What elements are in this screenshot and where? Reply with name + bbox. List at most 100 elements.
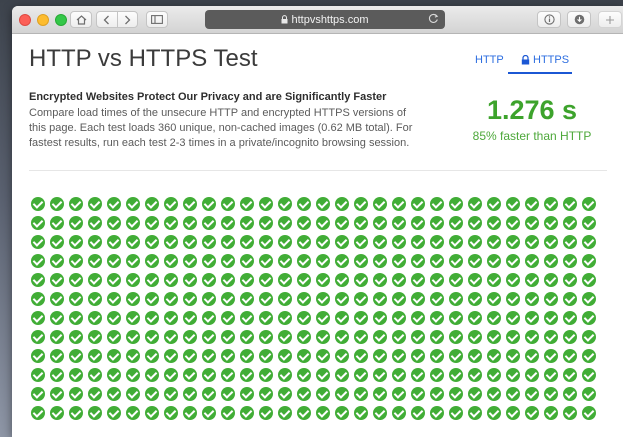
zoom-window-button[interactable] [55, 14, 67, 26]
image-status-cell [370, 365, 389, 384]
check-circle-icon [410, 348, 425, 363]
image-status-cell [370, 327, 389, 346]
image-status-cell [313, 346, 332, 365]
home-button[interactable] [70, 11, 92, 28]
check-circle-icon [144, 310, 159, 325]
image-status-cell [142, 365, 161, 384]
image-status-cell [579, 289, 598, 308]
forward-button[interactable] [116, 12, 138, 27]
image-status-cell [370, 232, 389, 251]
image-status-cell [541, 194, 560, 213]
sidebar-toggle-button[interactable] [146, 11, 168, 28]
image-status-cell [370, 308, 389, 327]
image-status-cell [541, 308, 560, 327]
image-status-cell [560, 194, 579, 213]
image-status-cell [332, 384, 351, 403]
check-circle-icon [524, 405, 539, 420]
image-status-cell [579, 232, 598, 251]
image-status-cell [123, 194, 142, 213]
image-status-cell [180, 384, 199, 403]
image-status-cell [351, 213, 370, 232]
image-status-cell [465, 251, 484, 270]
tab-https[interactable]: HTTPS [521, 54, 569, 66]
check-circle-icon [486, 234, 501, 249]
check-circle-icon [372, 234, 387, 249]
image-status-cell [465, 232, 484, 251]
image-status-cell [408, 270, 427, 289]
check-circle-icon [543, 234, 558, 249]
image-status-cell [28, 213, 47, 232]
check-circle-icon [410, 234, 425, 249]
image-status-cell [579, 403, 598, 422]
check-circle-icon [429, 348, 444, 363]
check-circle-icon [562, 329, 577, 344]
back-button[interactable] [97, 12, 117, 27]
check-circle-icon [182, 291, 197, 306]
check-circle-icon [505, 272, 520, 287]
check-circle-icon [277, 367, 292, 382]
check-circle-icon [201, 348, 216, 363]
image-status-cell [28, 403, 47, 422]
check-circle-icon [353, 253, 368, 268]
image-status-cell [541, 289, 560, 308]
image-status-cell [465, 213, 484, 232]
check-circle-icon [68, 234, 83, 249]
check-circle-icon [448, 215, 463, 230]
check-circle-icon [524, 234, 539, 249]
check-circle-icon [296, 310, 311, 325]
image-status-cell [351, 232, 370, 251]
check-circle-icon [106, 348, 121, 363]
image-status-cell [218, 346, 237, 365]
image-status-cell [332, 365, 351, 384]
image-status-cell [104, 232, 123, 251]
image-status-cell [351, 194, 370, 213]
check-circle-icon [144, 253, 159, 268]
check-circle-icon [391, 405, 406, 420]
image-status-cell [332, 403, 351, 422]
check-circle-icon [524, 386, 539, 401]
check-circle-icon [505, 348, 520, 363]
chevron-right-icon [124, 15, 131, 24]
check-circle-icon [543, 196, 558, 211]
check-circle-icon [144, 272, 159, 287]
check-circle-icon [391, 348, 406, 363]
check-circle-icon [581, 234, 596, 249]
new-tab-button[interactable] [598, 11, 622, 28]
extension-button[interactable] [537, 11, 561, 28]
check-circle-icon [68, 348, 83, 363]
check-circle-icon [353, 329, 368, 344]
check-circle-icon [144, 405, 159, 420]
image-status-cell [85, 365, 104, 384]
address-bar[interactable]: httpvshttps.com [205, 10, 445, 29]
minimize-window-button[interactable] [37, 14, 49, 26]
check-circle-icon [486, 196, 501, 211]
reload-icon[interactable] [428, 13, 439, 24]
check-circle-icon [163, 386, 178, 401]
image-status-cell [389, 194, 408, 213]
image-status-cell [446, 403, 465, 422]
check-circle-icon [562, 196, 577, 211]
image-status-cell [522, 213, 541, 232]
image-status-cell [199, 308, 218, 327]
image-status-cell [85, 308, 104, 327]
check-circle-icon [467, 329, 482, 344]
tab-http[interactable]: HTTP [475, 54, 504, 66]
close-window-button[interactable] [19, 14, 31, 26]
check-circle-icon [125, 386, 140, 401]
check-circle-icon [296, 329, 311, 344]
check-circle-icon [353, 272, 368, 287]
image-status-cell [199, 270, 218, 289]
check-circle-icon [505, 215, 520, 230]
check-circle-icon [87, 329, 102, 344]
image-status-cell [66, 365, 85, 384]
download-button[interactable] [567, 11, 591, 28]
check-circle-icon [410, 196, 425, 211]
test-result: 1.276 s 85% faster than HTTP [452, 94, 612, 143]
image-status-cell [465, 327, 484, 346]
check-circle-icon [277, 253, 292, 268]
subheading: Encrypted Websites Protect Our Privacy a… [29, 91, 387, 103]
image-status-cell [66, 346, 85, 365]
check-circle-icon [315, 310, 330, 325]
check-circle-icon [182, 310, 197, 325]
check-circle-icon [410, 253, 425, 268]
